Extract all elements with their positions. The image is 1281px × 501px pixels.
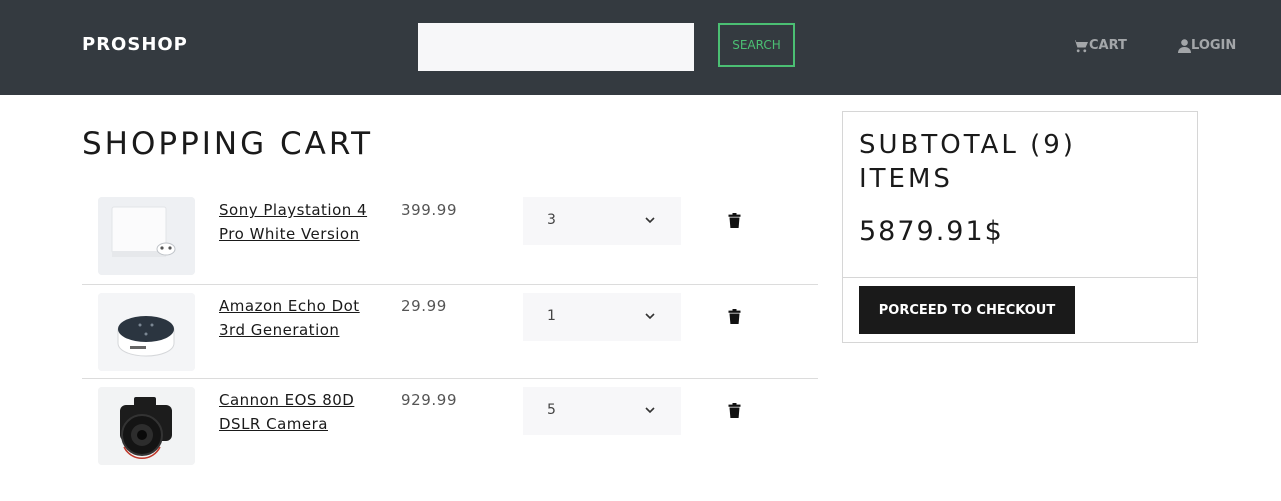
- cart-icon: [1072, 39, 1088, 52]
- product-image[interactable]: [98, 387, 195, 465]
- product-image[interactable]: [98, 293, 195, 371]
- product-name-link[interactable]: Amazon Echo Dot 3rd Generation: [219, 294, 384, 342]
- chevron-down-icon: [645, 313, 655, 320]
- order-summary-card: SUBTOTAL (9) ITEMS 5879.91$ PORCEED TO C…: [842, 111, 1198, 343]
- product-price: 29.99: [401, 297, 447, 315]
- product-price: 929.99: [401, 391, 458, 409]
- trash-icon[interactable]: [728, 403, 741, 418]
- cart-item-row: Sony Playstation 4 Pro White Version 399…: [82, 189, 818, 283]
- quantity-value: 1: [547, 308, 556, 324]
- brand-logo[interactable]: PROSHOP: [82, 34, 188, 55]
- chevron-down-icon: [645, 407, 655, 414]
- navbar: PROSHOP SEARCH CART LOGIN: [0, 0, 1281, 95]
- subtotal-amount: 5879.91$: [859, 216, 1004, 247]
- cart-item-row: Cannon EOS 80D DSLR Camera 929.99 5: [82, 378, 818, 473]
- product-name-link[interactable]: Cannon EOS 80D DSLR Camera: [219, 388, 384, 436]
- quantity-select[interactable]: 3: [523, 197, 681, 245]
- search-input[interactable]: [418, 23, 694, 71]
- trash-icon[interactable]: [728, 309, 741, 324]
- summary-divider: [843, 277, 1197, 278]
- cart-item-row: Amazon Echo Dot 3rd Generation 29.99 1: [82, 284, 818, 379]
- search-button[interactable]: SEARCH: [718, 23, 795, 67]
- quantity-select[interactable]: 1: [523, 293, 681, 341]
- subtotal-heading: SUBTOTAL (9) ITEMS: [859, 130, 1076, 194]
- cart-link-label: CART: [1089, 38, 1127, 53]
- login-link-label: LOGIN: [1191, 38, 1237, 53]
- checkout-button[interactable]: PORCEED TO CHECKOUT: [859, 286, 1075, 334]
- page-title: SHOPPING CART: [82, 126, 374, 162]
- quantity-select[interactable]: 5: [523, 387, 681, 435]
- trash-icon[interactable]: [728, 213, 741, 228]
- chevron-down-icon: [645, 217, 655, 224]
- quantity-value: 3: [547, 212, 556, 228]
- nav-cart-link[interactable]: CART: [1072, 38, 1127, 53]
- product-price: 399.99: [401, 201, 458, 219]
- nav-login-link[interactable]: LOGIN: [1178, 38, 1236, 53]
- product-name-link[interactable]: Sony Playstation 4 Pro White Version: [219, 198, 384, 246]
- product-image[interactable]: [98, 197, 195, 275]
- user-icon: [1178, 38, 1191, 53]
- quantity-value: 5: [547, 402, 556, 418]
